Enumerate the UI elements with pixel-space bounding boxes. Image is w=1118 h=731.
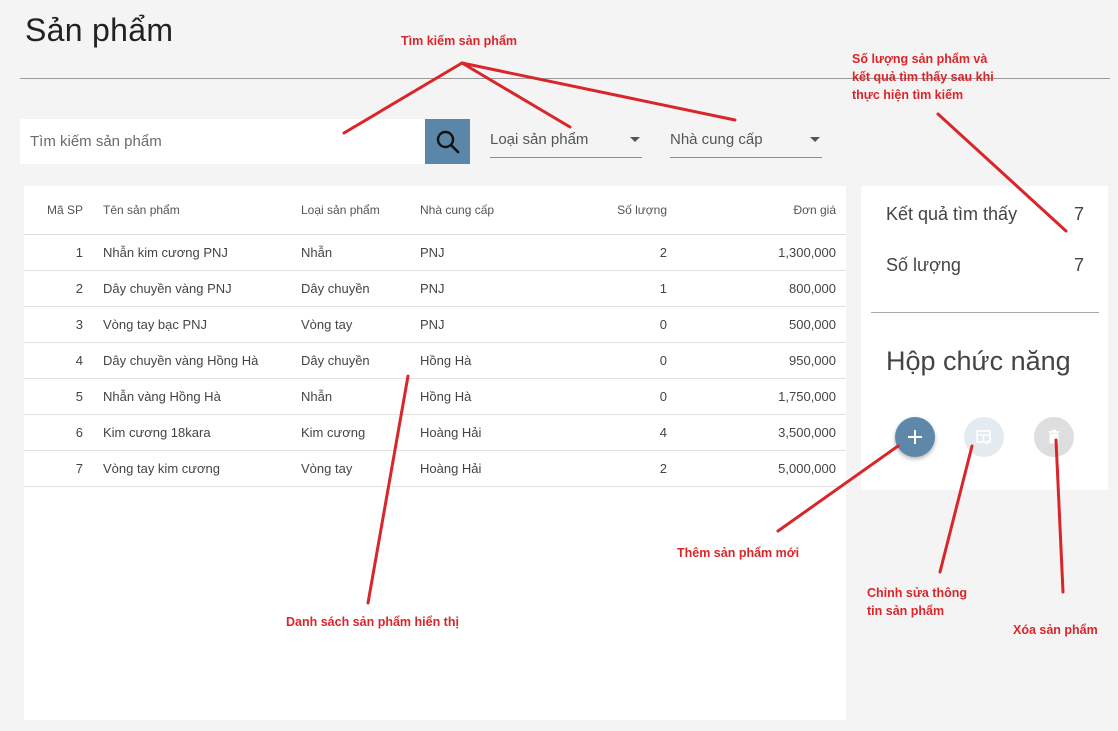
search-input[interactable] [20, 119, 425, 164]
annotation-edit-line1: Chỉnh sửa thông [867, 586, 968, 600]
plus-icon [908, 430, 922, 444]
cell-price: 1,750,000 [667, 378, 846, 415]
cell-supplier: Hoàng Hải [420, 450, 550, 487]
cell-name: Kim cương 18kara [103, 414, 301, 451]
column-header[interactable]: Loại sản phẩm [301, 186, 420, 235]
chevron-down-icon [810, 137, 820, 142]
trash-icon [1048, 429, 1060, 444]
annotation-delete: Xóa sản phẩm [1013, 623, 1098, 637]
table-row[interactable]: 6 Kim cương 18kara Kim cương Hoàng Hải 4… [24, 414, 846, 451]
search-box [20, 119, 425, 164]
quantity-total-row: Số lượng 7 [886, 255, 1084, 276]
supplier-dropdown-label: Nhà cung cấp [670, 131, 763, 148]
cell-price: 1,300,000 [667, 234, 846, 271]
cell-quantity: 4 [550, 414, 667, 451]
cell-name: Nhẫn vàng Hồng Hà [103, 378, 301, 415]
table-row[interactable]: 5 Nhẫn vàng Hồng Hà Nhẫn Hồng Hà 0 1,750… [24, 378, 846, 415]
column-header[interactable]: Nhà cung cấp [420, 186, 550, 235]
table-edit-icon [976, 430, 992, 445]
column-header[interactable]: Tên sản phẩm [103, 186, 301, 235]
cell-quantity: 0 [550, 378, 667, 415]
add-product-button[interactable] [895, 417, 935, 457]
category-dropdown[interactable]: Loại sản phẩm [490, 122, 642, 158]
delete-product-button[interactable] [1034, 417, 1074, 457]
page-title: Sản phẩm [25, 12, 174, 48]
annotation-summary-line3: thực hiện tìm kiếm [852, 88, 964, 102]
annotation-edit-line2: tin sản phẩm [867, 604, 945, 618]
results-count-row: Kết quả tìm thấy 7 [886, 204, 1084, 225]
cell-name: Vòng tay bạc PNJ [103, 306, 301, 343]
side-divider [871, 312, 1099, 313]
cell-quantity: 0 [550, 342, 667, 379]
results-count-value: 7 [1073, 204, 1084, 224]
column-header[interactable]: Số lượng [550, 186, 667, 235]
cell-price: 500,000 [667, 306, 846, 343]
category-dropdown-label: Loại sản phẩm [490, 131, 589, 148]
cell-category: Nhẫn [301, 234, 420, 271]
cell-category: Vòng tay [301, 450, 420, 487]
cell-name: Vòng tay kim cương [103, 450, 301, 487]
quantity-total-value: 7 [1073, 255, 1084, 275]
cell-id: 6 [24, 414, 103, 451]
cell-category: Kim cương [301, 414, 420, 451]
cell-id: 7 [24, 450, 103, 487]
cell-quantity: 0 [550, 306, 667, 343]
cell-name: Dây chuyền vàng Hồng Hà [103, 342, 301, 379]
cell-price: 950,000 [667, 342, 846, 379]
quantity-total-label: Số lượng [886, 255, 961, 275]
results-count-label: Kết quả tìm thấy [886, 204, 1018, 224]
supplier-dropdown[interactable]: Nhà cung cấp [670, 122, 822, 158]
cell-quantity: 2 [550, 234, 667, 271]
cell-quantity: 1 [550, 270, 667, 307]
cell-name: Dây chuyền vàng PNJ [103, 270, 301, 307]
cell-id: 4 [24, 342, 103, 379]
table-row[interactable]: 3 Vòng tay bạc PNJ Vòng tay PNJ 0 500,00… [24, 306, 846, 343]
cell-name: Nhẫn kim cương PNJ [103, 234, 301, 271]
table-row[interactable]: 2 Dây chuyền vàng PNJ Dây chuyền PNJ 1 8… [24, 270, 846, 307]
search-icon [436, 130, 459, 153]
annotation-summary-line1: Số lượng sản phẩm và [852, 52, 988, 66]
cell-price: 5,000,000 [667, 450, 846, 487]
cell-category: Vòng tay [301, 306, 420, 343]
column-header[interactable]: Đơn giá [667, 186, 846, 235]
cell-price: 800,000 [667, 270, 846, 307]
edit-product-button[interactable] [964, 417, 1004, 457]
annotation-search: Tìm kiếm sản phẩm [401, 34, 518, 48]
annotation-list: Danh sách sản phẩm hiển thị [286, 615, 459, 629]
cell-supplier: Hồng Hà [420, 342, 550, 379]
cell-id: 5 [24, 378, 103, 415]
cell-category: Dây chuyền [301, 342, 420, 379]
cell-id: 3 [24, 306, 103, 343]
cell-id: 2 [24, 270, 103, 307]
cell-supplier: Hồng Hà [420, 378, 550, 415]
side-panel: Kết quả tìm thấy 7 Số lượng 7 Hộp chức n… [861, 186, 1108, 490]
table-row[interactable]: 7 Vòng tay kim cương Vòng tay Hoàng Hải … [24, 450, 846, 487]
column-header[interactable]: Mã SP [24, 186, 103, 235]
search-button[interactable] [425, 119, 470, 164]
annotation-add: Thêm sản phẩm mới [677, 546, 800, 560]
cell-category: Dây chuyền [301, 270, 420, 307]
table-row[interactable]: 1 Nhẫn kim cương PNJ Nhẫn PNJ 2 1,300,00… [24, 234, 846, 271]
cell-supplier: PNJ [420, 270, 550, 307]
cell-category: Nhẫn [301, 378, 420, 415]
cell-supplier: PNJ [420, 234, 550, 271]
table-header-row: Mã SP Tên sản phẩm Loại sản phẩm Nhà cun… [24, 186, 846, 235]
cell-supplier: PNJ [420, 306, 550, 343]
cell-price: 3,500,000 [667, 414, 846, 451]
chevron-down-icon [630, 137, 640, 142]
function-box-title: Hộp chức năng [886, 346, 1071, 376]
cell-supplier: Hoàng Hải [420, 414, 550, 451]
cell-quantity: 2 [550, 450, 667, 487]
product-table: Mã SP Tên sản phẩm Loại sản phẩm Nhà cun… [24, 186, 846, 487]
table-row[interactable]: 4 Dây chuyền vàng Hồng Hà Dây chuyền Hồn… [24, 342, 846, 379]
product-table-panel: Mã SP Tên sản phẩm Loại sản phẩm Nhà cun… [24, 186, 846, 720]
annotation-summary-line2: kết quả tìm thấy sau khi [852, 70, 994, 84]
cell-id: 1 [24, 234, 103, 271]
